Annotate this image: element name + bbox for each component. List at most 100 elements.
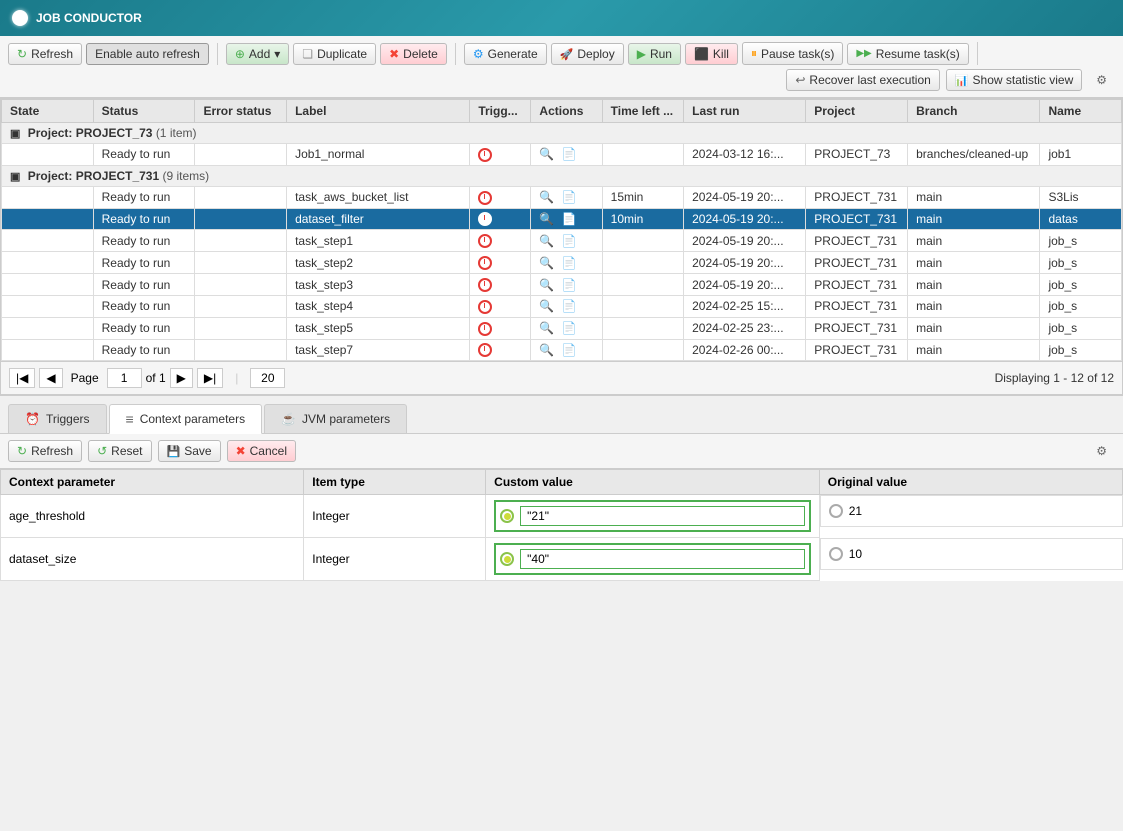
table-row[interactable]: Ready to run dataset_filter 🔍 📄 10min 20… (2, 208, 1122, 230)
action-magnify-icon[interactable]: 🔍 (539, 212, 554, 226)
auto-refresh-button[interactable]: Enable auto refresh (86, 43, 209, 65)
cell-project: PROJECT_731 (806, 317, 908, 339)
col-project-header: Project (806, 100, 908, 123)
table-row[interactable]: Ready to run Job1_normal 🔍 📄 2024-03-12 … (2, 144, 1122, 166)
table-row[interactable]: Ready to run task_step1 🔍 📄 2024-05-19 2… (2, 230, 1122, 252)
tab-jvm-parameters[interactable]: JVM parameters (264, 404, 407, 433)
cancel-button[interactable]: Cancel (227, 440, 296, 462)
cell-state (2, 317, 94, 339)
original-value-radio[interactable] (829, 504, 843, 518)
context-table-row[interactable]: age_threshold Integer 21 (1, 495, 1123, 538)
context-tab-icon (126, 411, 134, 427)
recover-button[interactable]: Recover last execution (786, 69, 939, 91)
action-doc-icon[interactable]: 📄 (562, 256, 577, 270)
run-icon (637, 47, 646, 61)
action-magnify-icon[interactable]: 🔍 (539, 278, 554, 292)
cell-actions: 🔍 📄 (531, 230, 602, 252)
col-original-value-header: Original value (819, 470, 1122, 495)
project-collapse-icon[interactable]: ▣ (10, 128, 20, 140)
last-page-button[interactable]: ▶| (197, 368, 223, 388)
duplicate-icon (302, 47, 313, 61)
action-doc-icon[interactable]: 📄 (562, 147, 577, 161)
delete-button[interactable]: Delete (380, 43, 447, 65)
custom-value-input[interactable] (520, 506, 805, 526)
settings-button[interactable] (1088, 70, 1115, 90)
project-collapse-icon[interactable]: ▣ (10, 171, 20, 183)
run-label: Run (650, 47, 672, 61)
action-doc-icon[interactable]: 📄 (562, 212, 577, 226)
deploy-button[interactable]: Deploy (551, 43, 624, 65)
page-input[interactable] (107, 368, 142, 388)
table-row[interactable]: Ready to run task_aws_bucket_list 🔍 📄 15… (2, 186, 1122, 208)
prev-page-button[interactable]: ◀ (39, 368, 62, 388)
context-original-value-cell: 10 (820, 538, 1123, 570)
kill-button[interactable]: ⬛ Kill (685, 43, 738, 65)
cell-status: Ready to run (93, 144, 195, 166)
cell-name: job_s (1040, 274, 1122, 296)
first-page-button[interactable]: |◀ (9, 368, 35, 388)
save-button[interactable]: Save (158, 440, 221, 462)
resume-tasks-label: Resume task(s) (876, 47, 960, 61)
action-doc-icon[interactable]: 📄 (562, 299, 577, 313)
action-magnify-icon[interactable]: 🔍 (539, 299, 554, 313)
delete-label: Delete (403, 47, 438, 61)
refresh-button[interactable]: Refresh (8, 43, 82, 65)
run-button[interactable]: Run (628, 43, 681, 65)
tab-triggers[interactable]: Triggers (8, 404, 107, 433)
reset-button[interactable]: Reset (88, 440, 151, 462)
custom-value-input[interactable] (520, 549, 805, 569)
auto-refresh-label: Enable auto refresh (95, 47, 200, 61)
cell-lastrun: 2024-05-19 20:... (684, 186, 806, 208)
original-value-text: 21 (849, 504, 862, 518)
cell-trigger (470, 252, 531, 274)
cell-label: dataset_filter (287, 208, 470, 230)
custom-value-radio[interactable] (500, 509, 514, 523)
custom-value-radio[interactable] (500, 552, 514, 566)
cell-state (2, 186, 94, 208)
trigger-clock-icon (478, 212, 492, 226)
project-group-row[interactable]: ▣ Project: PROJECT_73 (1 item) (2, 123, 1122, 144)
cell-project: PROJECT_731 (806, 208, 908, 230)
action-magnify-icon[interactable]: 🔍 (539, 147, 554, 161)
show-statistic-button[interactable]: Show statistic view (946, 69, 1082, 91)
pause-tasks-button[interactable]: ⏸ Pause task(s) (742, 42, 843, 65)
action-doc-icon[interactable]: 📄 (562, 321, 577, 335)
table-row[interactable]: Ready to run task_step7 🔍 📄 2024-02-26 0… (2, 339, 1122, 361)
generate-button[interactable]: Generate (464, 43, 547, 65)
show-statistic-label: Show statistic view (973, 73, 1074, 87)
cell-branch: main (908, 317, 1040, 339)
table-row[interactable]: Ready to run task_step4 🔍 📄 2024-02-25 1… (2, 295, 1122, 317)
action-doc-icon[interactable]: 📄 (562, 278, 577, 292)
context-table-header-row: Context parameter Item type Custom value… (1, 470, 1123, 495)
table-row[interactable]: Ready to run task_step2 🔍 📄 2024-05-19 2… (2, 252, 1122, 274)
bottom-settings-button[interactable] (1088, 441, 1115, 461)
action-magnify-icon[interactable]: 🔍 (539, 234, 554, 248)
project-group-row[interactable]: ▣ Project: PROJECT_731 (9 items) (2, 165, 1122, 186)
duplicate-button[interactable]: Duplicate (293, 43, 376, 65)
action-magnify-icon[interactable]: 🔍 (539, 190, 554, 204)
original-value-radio[interactable] (829, 547, 843, 561)
save-label: Save (184, 444, 211, 458)
page-size-input[interactable] (250, 368, 285, 388)
context-table-row[interactable]: dataset_size Integer 10 (1, 538, 1123, 581)
next-page-button[interactable]: ▶ (170, 368, 193, 388)
trigger-clock-icon (478, 322, 492, 336)
cell-state (2, 230, 94, 252)
tab-context-parameters[interactable]: Context parameters (109, 404, 263, 434)
cell-status: Ready to run (93, 339, 195, 361)
action-doc-icon[interactable]: 📄 (562, 190, 577, 204)
cell-branch: main (908, 274, 1040, 296)
add-button[interactable]: Add ▾ (226, 43, 289, 65)
generate-icon (473, 47, 484, 61)
action-magnify-icon[interactable]: 🔍 (539, 321, 554, 335)
resume-tasks-button[interactable]: ▶▶ Resume task(s) (847, 43, 968, 65)
action-doc-icon[interactable]: 📄 (562, 343, 577, 357)
table-row[interactable]: Ready to run task_step3 🔍 📄 2024-05-19 2… (2, 274, 1122, 296)
table-row[interactable]: Ready to run task_step5 🔍 📄 2024-02-25 2… (2, 317, 1122, 339)
col-branch-header: Branch (908, 100, 1040, 123)
deploy-label: Deploy (577, 47, 614, 61)
bottom-refresh-button[interactable]: Refresh (8, 440, 82, 462)
action-doc-icon[interactable]: 📄 (562, 234, 577, 248)
action-magnify-icon[interactable]: 🔍 (539, 256, 554, 270)
action-magnify-icon[interactable]: 🔍 (539, 343, 554, 357)
